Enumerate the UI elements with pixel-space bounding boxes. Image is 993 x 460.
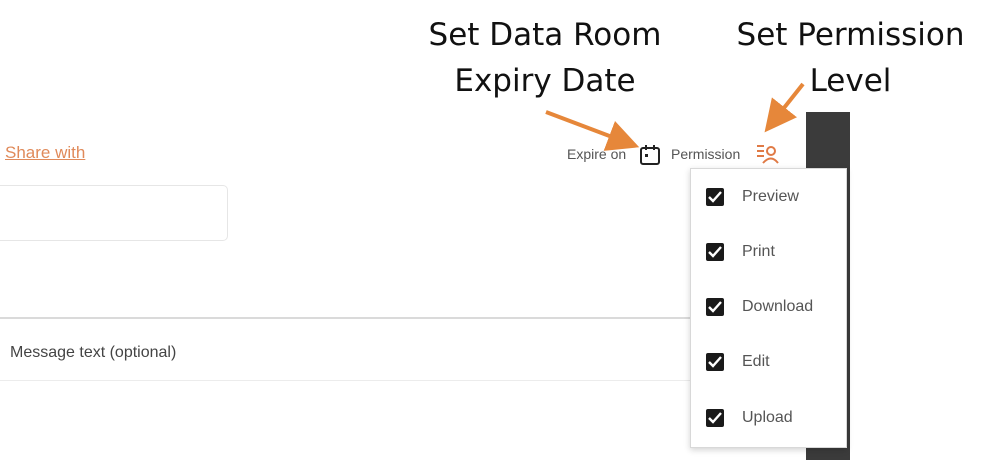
checkbox-checked-icon[interactable] xyxy=(706,188,724,206)
permission-option-label: Edit xyxy=(742,353,770,370)
permission-label: Permission xyxy=(671,146,741,162)
divider xyxy=(0,380,690,381)
arrow-expiry xyxy=(545,110,640,151)
permission-level-icon[interactable] xyxy=(755,142,779,166)
checkbox-checked-icon[interactable] xyxy=(706,353,724,371)
permission-option-label: Upload xyxy=(742,409,793,426)
permission-option-preview[interactable]: Preview xyxy=(691,177,846,217)
share-with-input[interactable] xyxy=(0,185,228,241)
share-with-link[interactable]: Share with xyxy=(5,143,85,163)
calendar-icon[interactable] xyxy=(639,144,661,166)
checkbox-checked-icon[interactable] xyxy=(706,243,724,261)
annotation-permission-line1: Set Permission xyxy=(736,17,965,53)
divider xyxy=(0,317,690,319)
annotation-expiry-line2: Expiry Date xyxy=(454,63,636,99)
permission-option-download[interactable]: Download xyxy=(691,287,846,327)
annotation-permission-level: Set Permission Level xyxy=(728,12,973,104)
permission-option-label: Preview xyxy=(742,188,799,205)
permission-option-label: Download xyxy=(742,298,814,315)
permission-dropdown: Preview Print Download Edit Upload xyxy=(690,168,847,448)
annotation-expiry-line1: Set Data Room xyxy=(428,17,662,53)
annotation-expiry-date: Set Data Room Expiry Date xyxy=(420,12,670,104)
message-placeholder: Message text (optional) xyxy=(10,344,177,361)
permission-option-print[interactable]: Print xyxy=(691,232,846,272)
permission-option-upload[interactable]: Upload xyxy=(691,398,846,438)
permission-option-label: Print xyxy=(742,243,775,260)
checkbox-checked-icon[interactable] xyxy=(706,298,724,316)
background-right-area xyxy=(850,112,993,460)
expire-on-label: Expire on xyxy=(567,146,627,162)
annotation-permission-line2: Level xyxy=(809,63,892,99)
permission-option-edit[interactable]: Edit xyxy=(691,342,846,382)
checkbox-checked-icon[interactable] xyxy=(706,409,724,427)
